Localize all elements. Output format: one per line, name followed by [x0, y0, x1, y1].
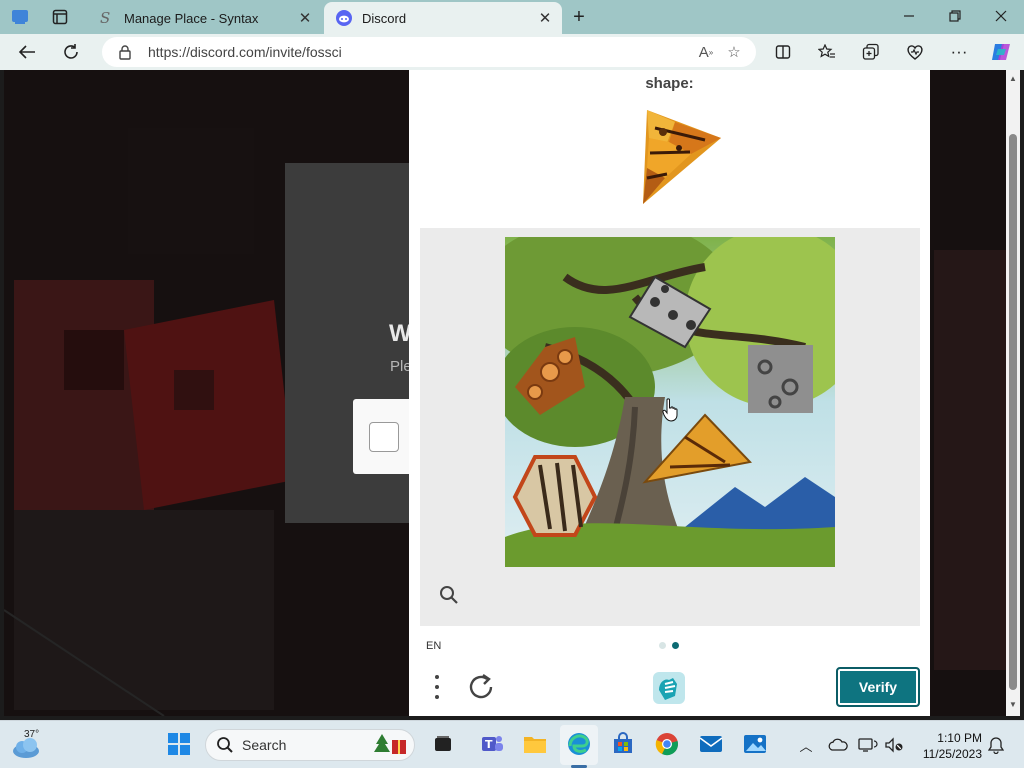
challenge-area [420, 228, 920, 626]
photos-icon[interactable] [740, 729, 770, 759]
profile-icon[interactable] [6, 4, 34, 30]
hcaptcha-logo-icon [653, 672, 685, 704]
refresh-button[interactable] [56, 38, 86, 66]
sample-shape-image [643, 110, 721, 204]
windows-taskbar: 37° Search T ︿ 1:10 PM 11/25/2023 [0, 720, 1024, 768]
weather-temperature[interactable]: 37° [24, 729, 39, 740]
system-clock[interactable]: 1:10 PM 11/25/2023 [916, 730, 982, 762]
restore-button[interactable] [932, 0, 978, 32]
tab-manage-place[interactable]: S Manage Place - Syntax ✕ [86, 2, 322, 34]
volume-muted-icon[interactable] [884, 735, 904, 755]
search-highlight-tree-icon [374, 734, 406, 754]
url-text[interactable]: https://discord.com/invite/fossci [148, 44, 692, 60]
clock-time: 1:10 PM [937, 731, 982, 745]
microsoft-store-icon[interactable] [608, 729, 638, 759]
more-options-icon[interactable]: ··· [944, 38, 974, 66]
tab-title: Manage Place - Syntax [124, 10, 259, 26]
progress-dot-active [672, 642, 679, 649]
svg-text:S: S [100, 10, 110, 26]
captcha-checkbox[interactable] [369, 422, 399, 452]
new-tab-button[interactable]: + [566, 5, 592, 29]
mail-icon[interactable] [696, 729, 726, 759]
search-icon [217, 737, 233, 753]
favorite-star-icon[interactable]: ☆ [720, 40, 748, 64]
close-tab-icon[interactable]: ✕ [536, 9, 554, 27]
syntax-favicon-icon: S [98, 10, 114, 26]
tab-actions-icon[interactable] [46, 4, 74, 30]
network-display-icon[interactable] [858, 735, 878, 755]
challenge-prompt: shape: [645, 75, 694, 92]
copilot-icon[interactable] [986, 38, 1016, 66]
search-label: Search [242, 737, 287, 753]
scrollbar-thumb[interactable] [1009, 134, 1017, 690]
file-explorer-icon[interactable] [520, 729, 550, 759]
task-view-icon[interactable] [428, 729, 458, 759]
tab-title: Discord [362, 10, 407, 26]
hand-cursor-icon [662, 398, 678, 422]
minimize-button[interactable] [886, 0, 932, 32]
verify-button[interactable]: Verify [836, 667, 920, 707]
browser-tab-strip: S Manage Place - Syntax ✕ Discord ✕ + [0, 0, 1024, 34]
svg-text:T: T [485, 738, 493, 751]
browser-essentials-icon[interactable] [900, 38, 930, 66]
zoom-icon[interactable] [438, 584, 460, 606]
teams-icon[interactable]: T [476, 729, 506, 759]
captcha-challenge-panel: shape: EN Verify [409, 70, 930, 716]
discord-favicon-icon [336, 10, 352, 26]
collections-icon[interactable] [856, 38, 886, 66]
close-window-button[interactable] [978, 0, 1024, 32]
favorites-icon[interactable] [812, 38, 842, 66]
onedrive-cloud-icon[interactable] [828, 735, 848, 755]
lock-icon[interactable] [118, 44, 134, 60]
address-bar[interactable]: https://discord.com/invite/fossci A» ☆ [102, 37, 756, 67]
close-tab-icon[interactable]: ✕ [296, 9, 314, 27]
scroll-up-arrow-icon[interactable]: ▲ [1008, 74, 1018, 84]
start-button[interactable] [164, 729, 194, 759]
challenge-progress [659, 642, 679, 649]
back-button[interactable] [12, 38, 42, 66]
page-scrollbar[interactable]: ▲ ▼ [1006, 70, 1020, 716]
browser-toolbar: https://discord.com/invite/fossci A» ☆ ·… [0, 34, 1024, 70]
clock-date: 11/25/2023 [922, 747, 982, 761]
menu-icon[interactable] [427, 672, 447, 702]
tab-discord[interactable]: Discord ✕ [324, 2, 562, 34]
language-selector[interactable]: EN [426, 640, 441, 652]
split-screen-icon[interactable] [768, 38, 798, 66]
notification-bell-icon[interactable] [986, 735, 1006, 755]
show-hidden-icons-chevron-icon[interactable]: ︿ [796, 735, 816, 755]
taskbar-search[interactable]: Search [205, 729, 415, 761]
edge-browser-icon[interactable] [564, 729, 594, 759]
chrome-icon[interactable] [652, 729, 682, 759]
progress-dot [659, 642, 666, 649]
read-aloud-icon[interactable]: A» [692, 40, 720, 64]
refresh-challenge-icon[interactable] [467, 672, 497, 702]
scroll-down-arrow-icon[interactable]: ▼ [1008, 700, 1018, 710]
